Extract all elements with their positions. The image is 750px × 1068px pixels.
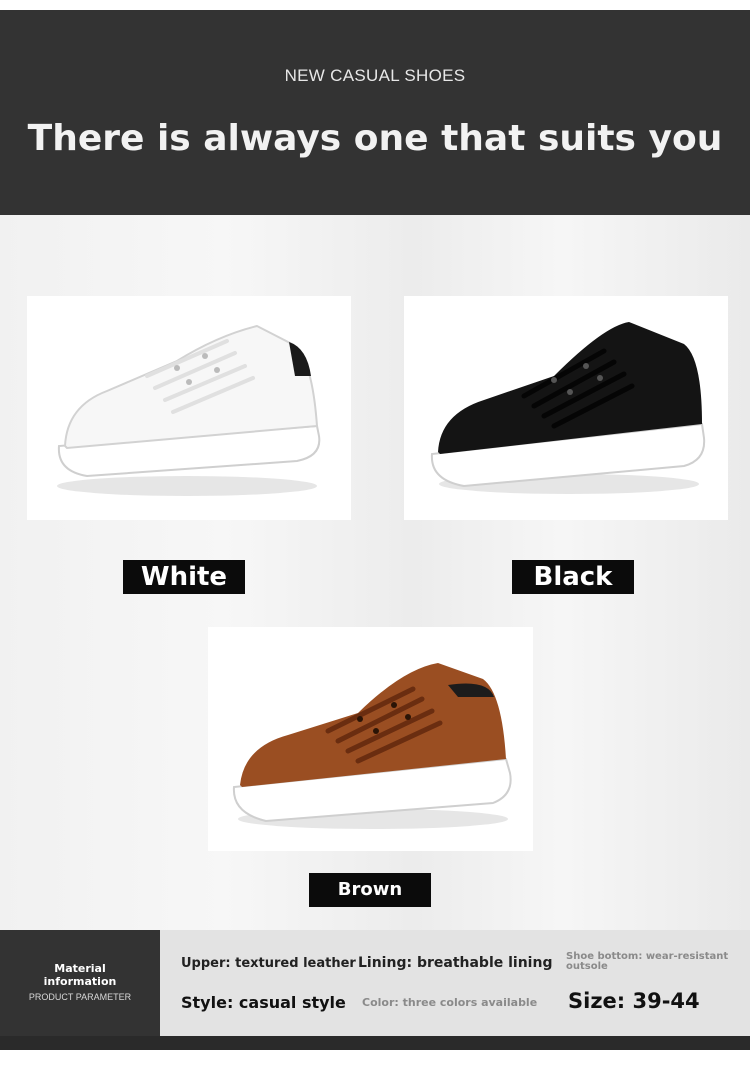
param-color: Color: three colors available — [362, 996, 538, 1009]
color-tag-brown: Brown — [309, 873, 431, 907]
white-shoe-image — [57, 324, 321, 496]
brown-shoe-photo — [208, 627, 533, 851]
color-showcase: White Black Brown — [0, 215, 750, 930]
color-tag-white: White — [123, 560, 245, 594]
header-title: There is always one that suits you — [27, 118, 723, 159]
color-tag-black: Black — [512, 560, 634, 594]
header-subtitle: NEW CASUAL SHOES — [284, 66, 466, 85]
brown-shoe-image — [232, 663, 512, 829]
header-banner: NEW CASUAL SHOES There is always one tha… — [0, 10, 750, 215]
param-style: Style: casual style — [181, 993, 346, 1012]
black-shoe-image — [430, 322, 706, 494]
product-detail-page: NEW CASUAL SHOES There is always one tha… — [0, 0, 750, 1068]
param-lining: Lining: breathable lining — [358, 955, 553, 971]
param-shoe-bottom: Shoe bottom: wear-resistant outsole — [566, 951, 729, 972]
param-size: Size: 39-44 — [568, 989, 700, 1013]
white-shoe-photo — [27, 296, 351, 520]
material-info-heading: Material information — [0, 962, 160, 988]
footer-band — [0, 1036, 750, 1050]
material-info-strip: Material information PRODUCT PARAMETER U… — [0, 930, 750, 1036]
param-upper: Upper: textured leather — [181, 956, 356, 971]
material-info-label: Material information PRODUCT PARAMETER — [0, 930, 160, 1036]
black-shoe-photo — [404, 296, 728, 520]
material-info-heading-line1: Material — [54, 962, 106, 975]
product-parameter-label: PRODUCT PARAMETER — [28, 992, 132, 1002]
material-info-heading-line2: information — [43, 975, 117, 988]
